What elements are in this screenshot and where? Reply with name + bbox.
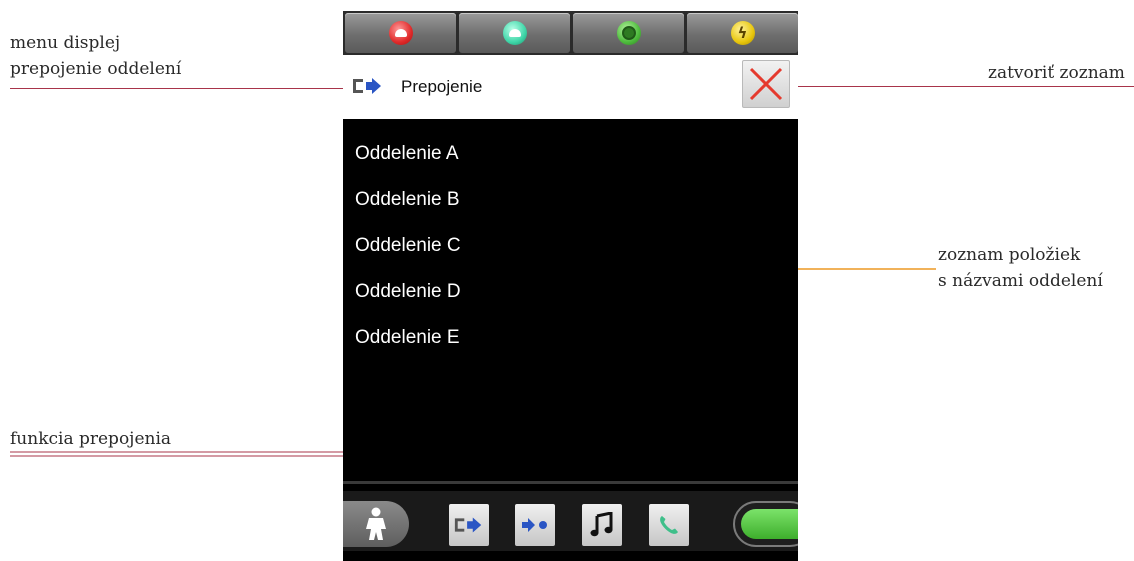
red-lamp-icon: [388, 21, 413, 45]
transfer-icon: [454, 517, 482, 533]
person-button[interactable]: [343, 501, 409, 547]
annotation-item-list: zoznam položiek s názvami oddelení: [938, 242, 1103, 294]
phone-button[interactable]: [649, 504, 689, 546]
annotation-item-list-line1: zoznam položiek: [938, 245, 1081, 265]
close-list-button[interactable]: [742, 60, 790, 108]
annotation-close-list-label: zatvoriť zoznam: [988, 63, 1125, 83]
annotation-transfer-function: funkcia prepojenia: [10, 426, 171, 452]
transfer-button[interactable]: [449, 504, 489, 546]
bottom-function-bar: [343, 491, 798, 551]
green-toggle[interactable]: [733, 501, 798, 547]
green-lamp-icon: [616, 21, 641, 45]
device-screen: ϟ Prepojenie Oddelenie A Oddelenie B Odd…: [343, 11, 798, 561]
lightning-icon: ϟ: [730, 21, 755, 45]
top-button-bar: ϟ: [343, 11, 798, 55]
annotation-close-list: zatvoriť zoznam: [988, 60, 1125, 86]
list-item[interactable]: Oddelenie E: [343, 315, 798, 361]
menu-header: Prepojenie: [343, 55, 798, 119]
teal-call-button[interactable]: [459, 13, 570, 53]
annotation-transfer-function-label: funkcia prepojenia: [10, 429, 172, 449]
leader-close-list: [790, 86, 1134, 87]
phone-icon: [660, 516, 678, 534]
annotation-item-list-line2: s názvami oddelení: [938, 271, 1103, 291]
department-list: Oddelenie A Oddelenie B Oddelenie C Odde…: [343, 131, 798, 361]
person-icon: [366, 507, 386, 540]
list-item[interactable]: Oddelenie A: [343, 131, 798, 177]
list-item[interactable]: Oddelenie B: [343, 177, 798, 223]
leader-menu-display: [10, 88, 348, 89]
list-item[interactable]: Oddelenie C: [343, 223, 798, 269]
divider: [343, 481, 798, 484]
teal-lamp-icon: [502, 21, 527, 45]
green-call-button[interactable]: [573, 13, 684, 53]
annotation-menu-display-line1: menu displej: [10, 33, 121, 53]
close-icon: [749, 67, 783, 101]
list-item[interactable]: Oddelenie D: [343, 269, 798, 315]
forward-icon: [522, 518, 547, 532]
forward-button[interactable]: [515, 504, 555, 546]
music-icon: [590, 512, 613, 537]
annotation-menu-display-line2: prepojenie oddelení: [10, 59, 182, 79]
menu-title: Prepojenie: [401, 77, 483, 96]
annotation-menu-display: menu displej prepojenie oddelení: [10, 30, 181, 82]
transfer-icon: [353, 78, 381, 94]
green-toggle-fill: [741, 509, 798, 539]
alarm-button[interactable]: ϟ: [687, 13, 798, 53]
music-button[interactable]: [582, 504, 622, 546]
red-call-button[interactable]: [345, 13, 456, 53]
